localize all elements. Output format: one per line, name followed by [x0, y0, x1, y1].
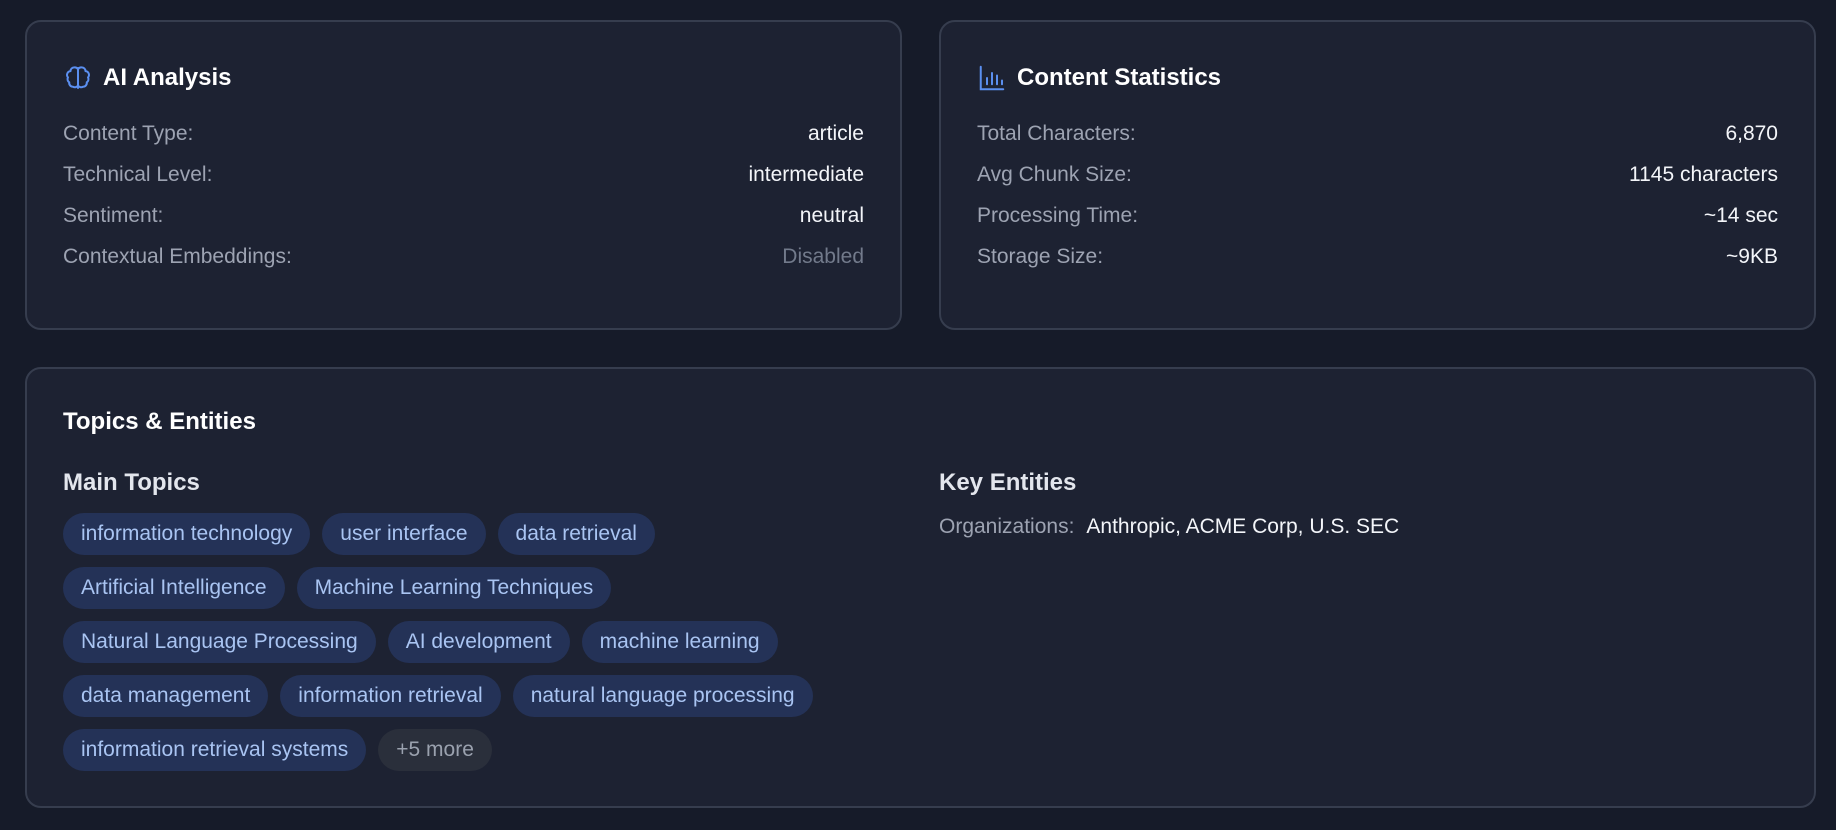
contextual-embeddings-row: Contextual Embeddings: Disabled — [63, 242, 864, 272]
tag-line: Artificial Intelligence Machine Learning… — [63, 567, 883, 609]
processing-time-row: Processing Time: ~14 sec — [977, 201, 1778, 231]
organizations-label: Organizations: — [939, 515, 1075, 538]
contextual-embeddings-value: Disabled — [782, 245, 864, 268]
content-statistics-card: Content Statistics Total Characters: 6,8… — [939, 20, 1816, 330]
page: AI Analysis Content Type: article Techni… — [0, 0, 1836, 830]
topic-tag[interactable]: AI development — [387, 621, 570, 663]
ai-analysis-card: AI Analysis Content Type: article Techni… — [25, 20, 902, 330]
content-statistics-title: Content Statistics — [1017, 64, 1222, 91]
tag-line: Natural Language Processing AI developme… — [63, 621, 883, 663]
topic-tag[interactable]: data management — [63, 675, 269, 717]
processing-time-value: ~14 sec — [1703, 204, 1778, 227]
topic-tag[interactable]: Artificial Intelligence — [63, 567, 285, 609]
avg-chunk-size-label: Avg Chunk Size: — [977, 163, 1132, 186]
tag-line: information retrieval systems +5 more — [63, 729, 883, 771]
avg-chunk-size-row: Avg Chunk Size: 1145 characters — [977, 160, 1778, 190]
more-topics-button[interactable]: +5 more — [378, 729, 492, 771]
topic-tag[interactable]: user interface — [322, 513, 486, 555]
content-statistics-header: Content Statistics — [977, 63, 1221, 93]
main-topics-heading: Main Topics — [63, 469, 200, 496]
avg-chunk-size-value: 1145 characters — [1628, 163, 1778, 186]
organizations-value: Anthropic, ACME Corp, U.S. SEC — [1086, 515, 1400, 538]
sentiment-row: Sentiment: neutral — [63, 201, 864, 231]
technical-level-label: Technical Level: — [63, 163, 213, 186]
topic-tag[interactable]: information retrieval systems — [63, 729, 367, 771]
topic-tag[interactable]: data retrieval — [497, 513, 655, 555]
topic-tag[interactable]: information retrieval — [280, 675, 501, 717]
topic-tag[interactable]: information technology — [63, 513, 311, 555]
topic-tag[interactable]: machine learning — [581, 621, 778, 663]
tag-line: information technology user interface da… — [63, 513, 883, 555]
storage-size-label: Storage Size: — [977, 245, 1104, 268]
contextual-embeddings-label: Contextual Embeddings: — [63, 245, 292, 268]
content-type-label: Content Type: — [63, 122, 194, 145]
main-topics-tags: information technology user interface da… — [63, 513, 883, 783]
sentiment-value: neutral — [799, 204, 864, 227]
topic-tag[interactable]: Machine Learning Techniques — [296, 567, 612, 609]
total-characters-row: Total Characters: 6,870 — [977, 119, 1778, 149]
ai-analysis-title: AI Analysis — [103, 64, 232, 91]
technical-level-value: intermediate — [748, 163, 864, 186]
content-type-value: article — [807, 122, 864, 145]
storage-size-value: ~9KB — [1726, 245, 1778, 268]
total-characters-value: 6,870 — [1725, 122, 1778, 145]
storage-size-row: Storage Size: ~9KB — [977, 242, 1778, 272]
technical-level-row: Technical Level: intermediate — [63, 160, 864, 190]
processing-time-label: Processing Time: — [977, 204, 1139, 227]
topic-tag[interactable]: natural language processing — [512, 675, 813, 717]
brain-icon — [63, 63, 93, 93]
ai-analysis-header: AI Analysis — [63, 63, 232, 93]
sentiment-label: Sentiment: — [63, 204, 164, 227]
content-type-row: Content Type: article — [63, 119, 864, 149]
key-entities-heading: Key Entities — [939, 469, 1077, 496]
organizations-row: Organizations: Anthropic, ACME Corp, U.S… — [939, 515, 1399, 539]
topic-tag[interactable]: Natural Language Processing — [63, 621, 376, 663]
topics-entities-title: Topics & Entities — [63, 408, 256, 435]
total-characters-label: Total Characters: — [977, 122, 1136, 145]
tag-line: data management information retrieval na… — [63, 675, 883, 717]
bar-chart-icon — [977, 63, 1007, 93]
topics-entities-card: Topics & Entities Main Topics informatio… — [25, 367, 1816, 808]
